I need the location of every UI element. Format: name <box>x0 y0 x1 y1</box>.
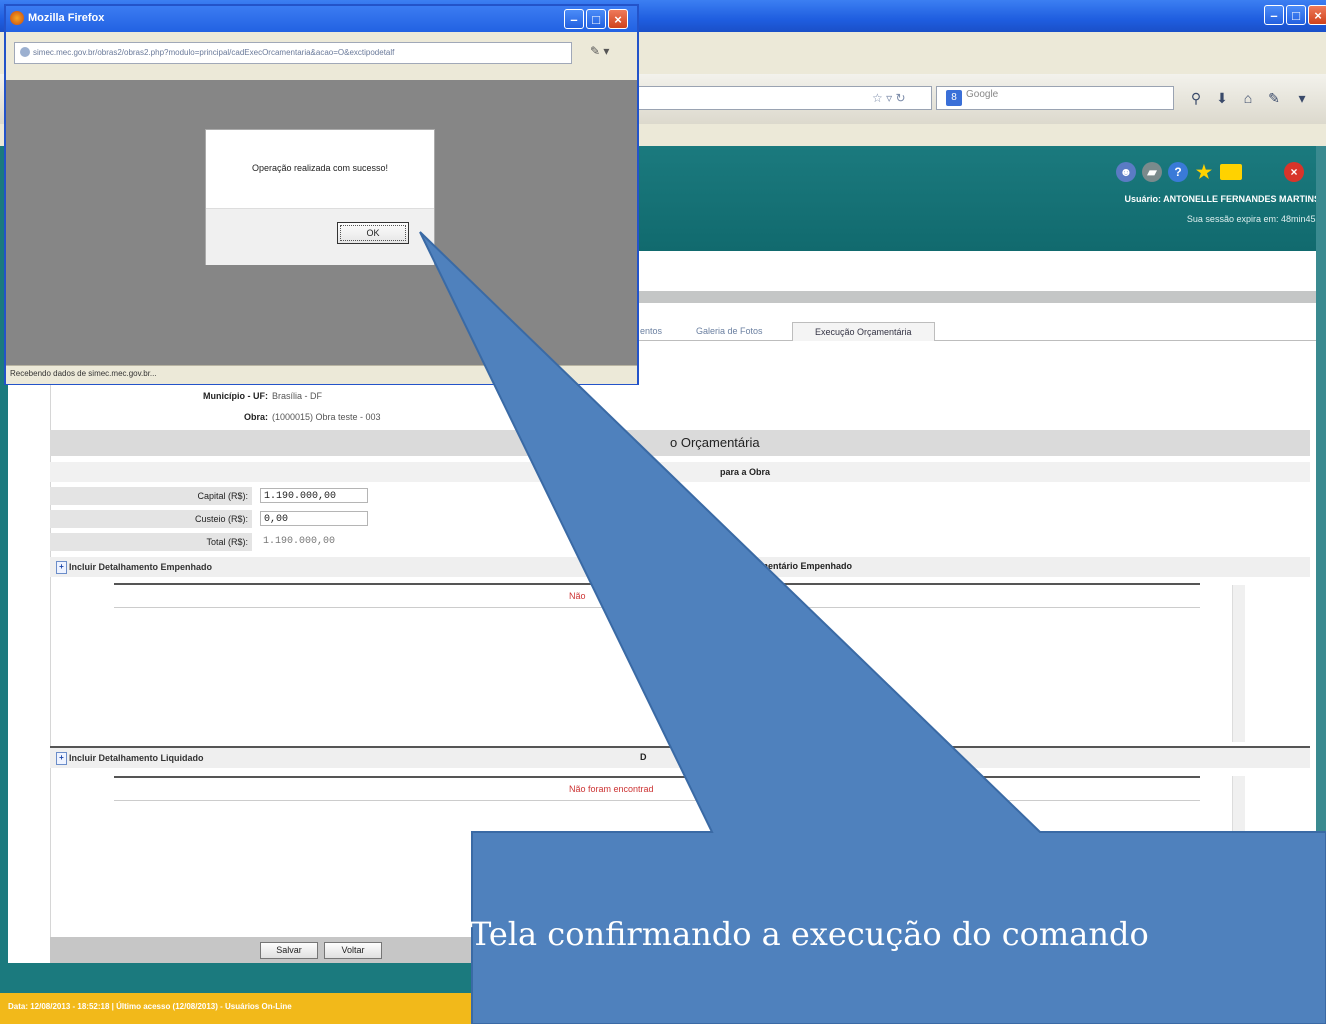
firefox-icon <box>10 11 24 25</box>
close-icon[interactable]: × <box>1308 5 1326 25</box>
tab-galeria-fotos[interactable]: Galeria de Fotos <box>696 322 763 340</box>
back-button[interactable]: Voltar <box>324 942 382 959</box>
tab-execucao-orcamentaria[interactable]: Execução Orçamentária <box>792 322 935 341</box>
liquidado-list: Não foram encontrad <box>114 776 1200 801</box>
callout-text: Tela confirmando a execução do comando <box>470 915 1149 953</box>
car-icon[interactable]: ▰ <box>1142 162 1162 182</box>
popup-status-text: Recebendo dados de simec.mec.gov.br... <box>10 369 157 378</box>
total-row: Total (R$): 1.190.000,00 <box>50 533 1310 551</box>
logout-icon[interactable]: × <box>1284 162 1304 182</box>
popup-maximize-icon[interactable]: □ <box>586 9 606 29</box>
municipio-label: Município - UF: <box>203 391 268 401</box>
people-icon[interactable]: ☻ <box>1116 162 1136 182</box>
empenhado-list: Não <box>114 583 1200 608</box>
tab-documentos[interactable]: entos <box>640 322 662 340</box>
google-engine-icon[interactable]: 8 <box>946 90 962 106</box>
alert-message: Operação realizada com sucesso! <box>251 163 389 173</box>
footer-teal <box>0 963 1326 993</box>
ok-button[interactable]: OK <box>337 222 409 244</box>
add-liquidado-link[interactable]: + Incluir Detalhamento Liquidado <box>56 752 204 765</box>
home-icon[interactable]: ⌂ <box>1238 88 1258 108</box>
total-value: 1.190.000,00 <box>263 536 336 547</box>
status-text: Data: 12/08/2013 - 18:52:18 | Último ace… <box>8 1002 292 1011</box>
add-document-icon: + <box>56 752 67 765</box>
empenhado-scrollbar[interactable] <box>1232 585 1245 742</box>
add-empenhado-link[interactable]: + Incluir Detalhamento Empenhado <box>56 561 212 574</box>
download-icon[interactable]: ⬇ <box>1212 88 1232 108</box>
section-title: o Orçamentária <box>50 430 1310 456</box>
sub-heading: para a Obra <box>50 462 1310 482</box>
bookmark-icon[interactable]: ✎ <box>1264 88 1284 108</box>
popup-tools-icon[interactable]: ✎ ▾ <box>590 44 609 58</box>
save-button[interactable]: Salvar <box>260 942 318 959</box>
menu-chevron-icon[interactable]: ▾ <box>1292 88 1312 108</box>
help-icon[interactable]: ? <box>1168 162 1188 182</box>
total-label: Total (R$): <box>50 533 252 551</box>
liquidado-empty-message: Não foram encontrad <box>569 784 654 794</box>
capital-label: Capital (R$): <box>50 487 252 505</box>
liquidado-header-row: + Incluir Detalhamento Liquidado D <box>50 746 1310 768</box>
add-document-icon: + <box>56 561 67 574</box>
url-bar-tools[interactable]: ☆ ▿ ↻ <box>872 86 932 110</box>
site-identity-icon[interactable] <box>20 47 30 57</box>
custeio-input[interactable]: 0,00 <box>260 511 368 526</box>
maximize-icon[interactable]: □ <box>1286 5 1306 25</box>
empenhado-empty-message: Não <box>569 591 586 601</box>
star-icon[interactable]: ★ <box>1194 162 1214 182</box>
custeio-label: Custeio (R$): <box>50 510 252 528</box>
obra-value: (1000015) Obra teste - 003 <box>272 412 381 422</box>
empenhado-title: mentário Empenhado <box>760 561 853 571</box>
popup-title: Mozilla Firefox <box>28 12 105 24</box>
empenhado-header-row: + Incluir Detalhamento Empenhado mentário… <box>50 557 1310 577</box>
municipio-value: Brasília - DF <box>272 391 323 401</box>
liquidado-scrollbar[interactable] <box>1232 776 1245 896</box>
minimize-icon[interactable]: – <box>1264 5 1284 25</box>
search-placeholder: Google <box>966 89 999 100</box>
popup-close-icon[interactable]: × <box>608 9 628 29</box>
capital-row: Capital (R$): 1.190.000,00 <box>50 487 1310 505</box>
obra-label: Obra: <box>243 412 268 422</box>
popup-url-field[interactable]: simec.mec.gov.br/obras2/obras2.php?modul… <box>14 42 572 64</box>
mail-icon[interactable] <box>1220 164 1242 180</box>
liquidado-title: D <box>640 752 647 762</box>
search-magnifier-icon[interactable]: ⚲ <box>1186 88 1206 108</box>
user-name: Usuário: ANTONELLE FERNANDES MARTINS <box>1124 194 1320 204</box>
capital-input[interactable]: 1.190.000,00 <box>260 488 368 503</box>
popup-minimize-icon[interactable]: – <box>564 9 584 29</box>
right-edge <box>1316 146 1326 993</box>
session-timer: Sua sessão expira em: 48min45s <box>1186 214 1320 224</box>
custeio-row: Custeio (R$): 0,00 <box>50 510 1310 528</box>
